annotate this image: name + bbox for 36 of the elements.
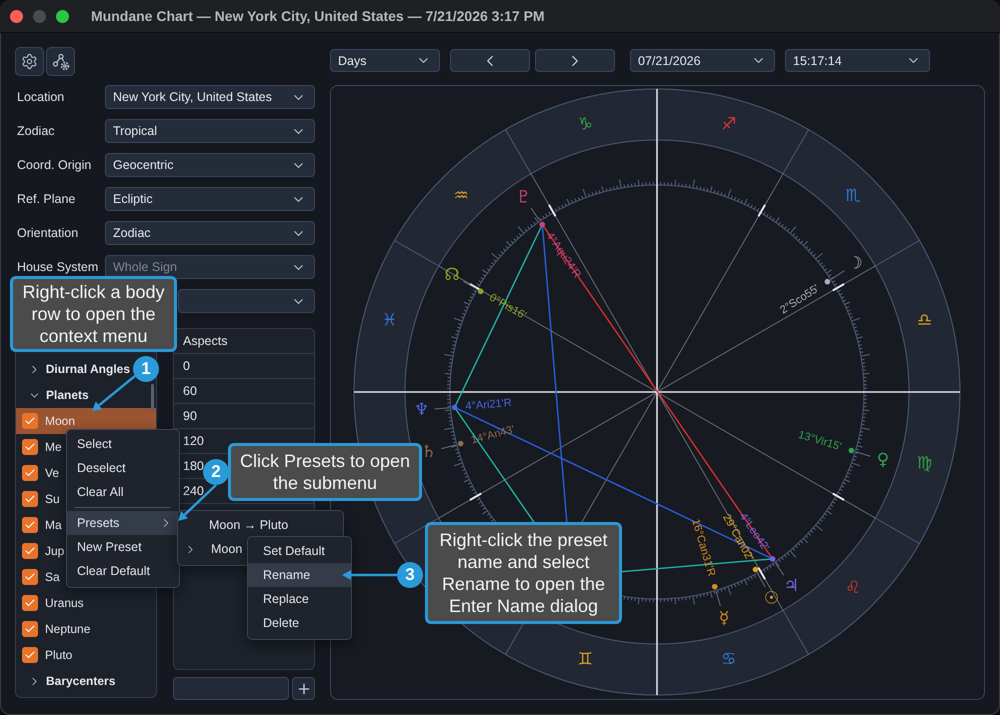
planet-glyph: ♇	[516, 187, 532, 208]
zodiac-sign-glyph: ♍	[916, 454, 932, 474]
group-name: Diurnal Angles	[46, 362, 130, 376]
body-name: Neptune	[45, 622, 90, 636]
zodiac-sign-glyph: ♎	[916, 310, 932, 330]
field-label: Orientation	[16, 226, 80, 240]
window-title: Mundane Chart — New York City, United States — 7/21/2026 3:17 PM	[91, 8, 545, 24]
field-label: Location	[16, 90, 66, 104]
body-name: Su	[45, 492, 60, 506]
body-name: Me	[45, 440, 62, 454]
body-name: Pluto	[45, 648, 72, 662]
field-label: Zodiac	[16, 124, 56, 138]
zodiac-sign-glyph: ♑	[578, 114, 593, 134]
planet-glyph: ☿	[718, 608, 730, 628]
group-name: Barycenters	[46, 674, 116, 688]
body-name: Ve	[45, 466, 60, 480]
zodiac-sign-glyph: ♒	[454, 186, 469, 206]
planet-glyph: ♄	[421, 442, 436, 462]
zodiac-sign-glyph: ♊	[578, 650, 593, 670]
body-name: Moon	[45, 414, 76, 428]
zodiac-sign-glyph: ♓	[382, 310, 398, 330]
zodiac-sign-glyph: ♏	[845, 186, 860, 206]
planet-glyph: ♆	[414, 400, 430, 420]
group-name: Planets	[46, 388, 89, 402]
planet-glyph: ♀	[876, 450, 890, 470]
body-name: Sa	[45, 570, 60, 584]
field-label: Ref. Plane	[16, 192, 76, 206]
zodiac-sign-glyph: ♐	[721, 114, 736, 134]
field-label: House System	[16, 260, 100, 274]
instruction-callout: Right-click a body row to open the context menu	[10, 276, 177, 352]
field-label: Coord. Origin	[16, 158, 92, 172]
body-name: Jup	[45, 544, 64, 558]
zodiac-sign-glyph: ♋	[721, 650, 736, 670]
body-name: Uranus	[45, 596, 84, 610]
instruction-callout: Click Presets to open the submenu	[228, 443, 422, 501]
body-name: Ma	[45, 518, 62, 532]
